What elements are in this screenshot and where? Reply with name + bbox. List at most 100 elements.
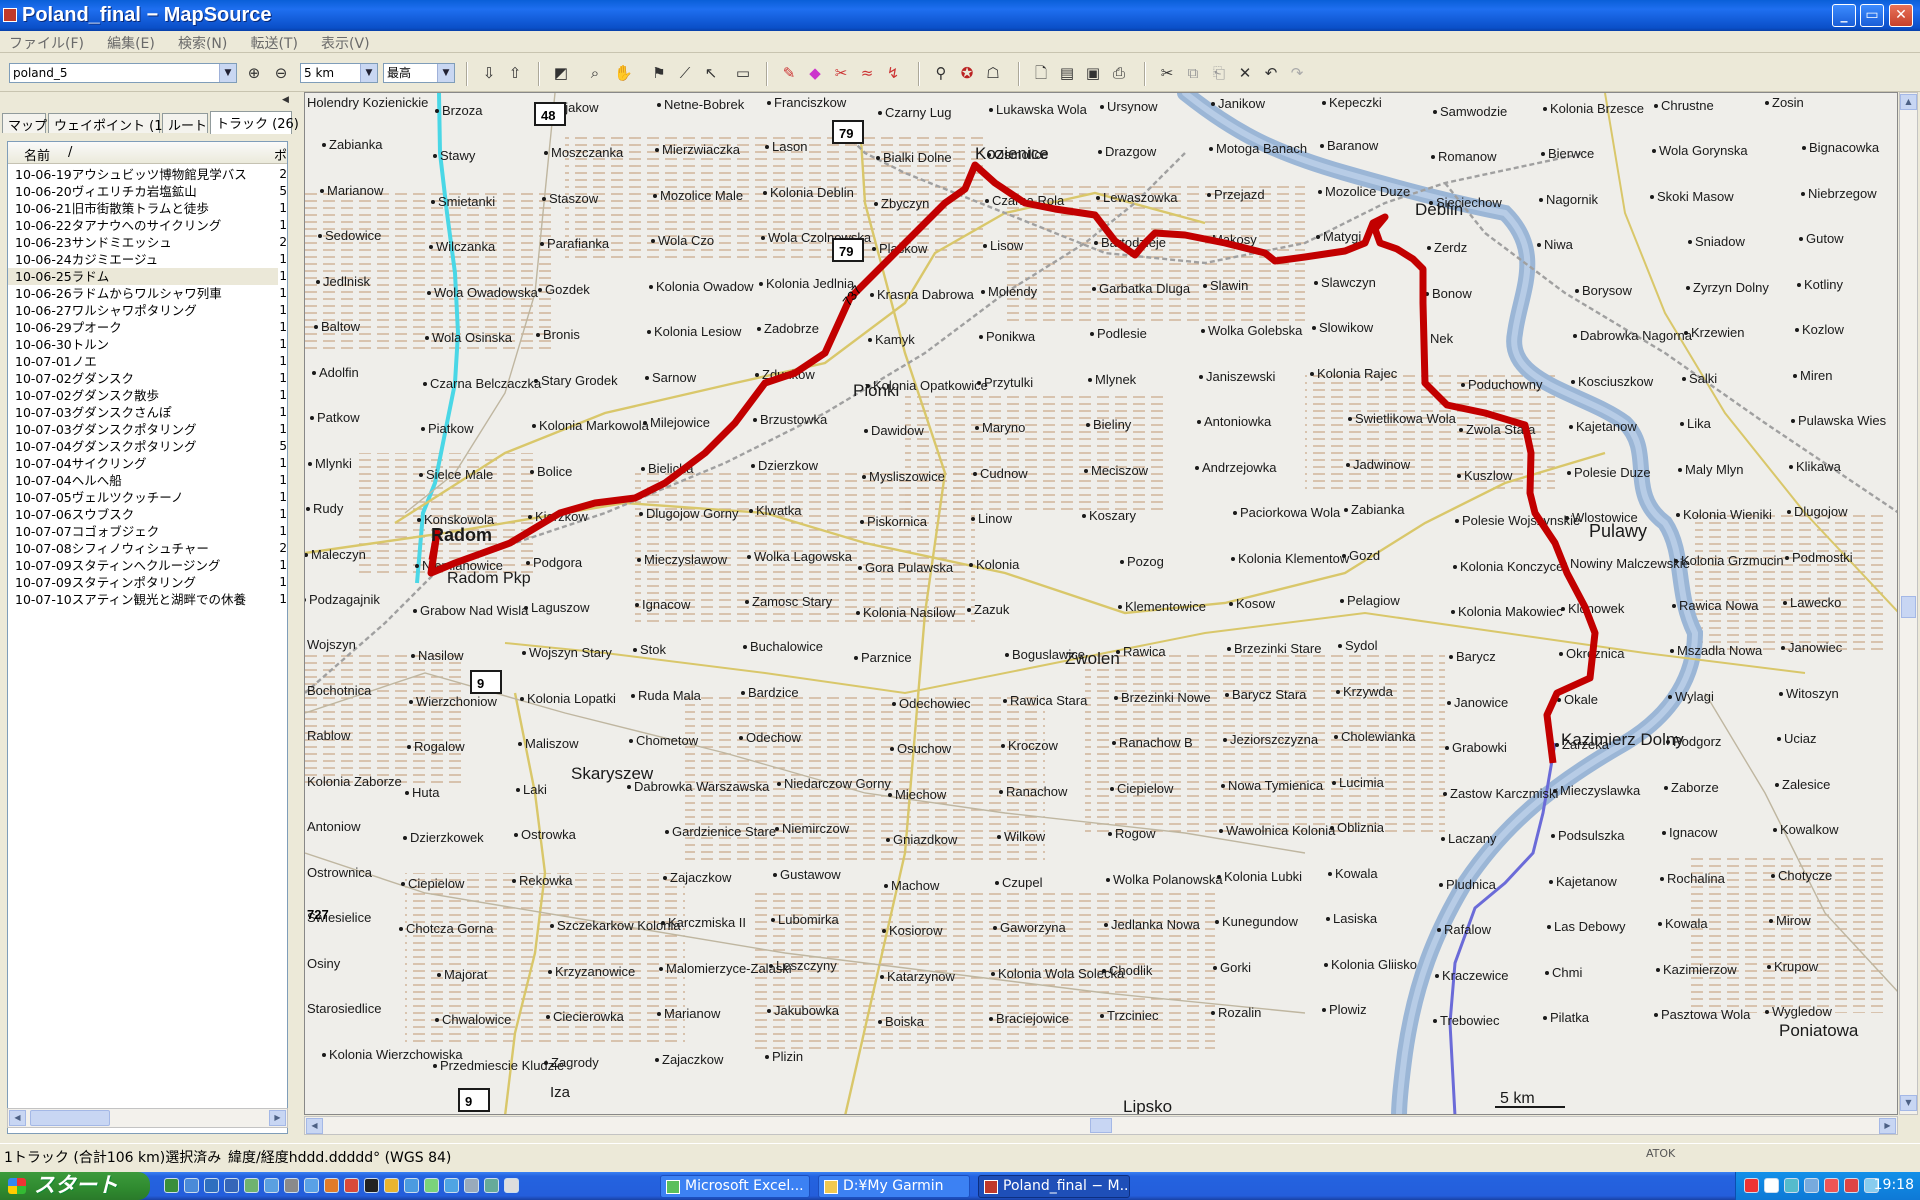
start-button[interactable]: スタート — [0, 1172, 150, 1200]
track-list-item[interactable]: 10-06-30トルン 1 — [8, 336, 287, 353]
track-list-item[interactable]: 10-06-19アウシュビッツ博物館見学バス 2 — [8, 166, 287, 183]
track-list-item[interactable]: 10-07-04サイクリング 1 — [8, 455, 287, 472]
word-quicklaunch-icon[interactable] — [224, 1178, 239, 1193]
reverse-track-icon[interactable]: ↯ — [884, 64, 902, 82]
track-list-item[interactable]: 10-07-03グダンスクポタリング 1 — [8, 421, 287, 438]
track-list-item[interactable]: 10-06-21旧市街散策トラムと徒歩 1 — [8, 200, 287, 217]
app-quicklaunch-icon[interactable] — [244, 1178, 259, 1193]
app-quicklaunch-icon[interactable] — [384, 1178, 399, 1193]
excel-quicklaunch-icon[interactable] — [164, 1178, 179, 1193]
track-list-item[interactable]: 10-07-02グダンスク散歩 1 — [8, 387, 287, 404]
maximize-button[interactable]: ▭ — [1860, 4, 1884, 27]
track-list-item[interactable]: 10-07-04グダンスクポタリング 5 — [8, 438, 287, 455]
join-tracks-icon[interactable]: ≈ — [858, 64, 876, 82]
map-canvas[interactable]: Holendry KozienickieBrzoza Nijakow Netne-B… — [305, 93, 1898, 1115]
firefox-quicklaunch-icon[interactable] — [324, 1178, 339, 1193]
list-horizontal-scrollbar[interactable]: ◀ ▶ — [7, 1108, 288, 1128]
tab-tracks[interactable]: トラック (26) — [210, 111, 299, 134]
paste-icon[interactable]: ⎗ — [1210, 64, 1228, 82]
menu-edit[interactable]: 編集(E) — [98, 31, 164, 55]
map-view[interactable]: Holendry Kozienickie Brzoza Nijakow Netne-B… — [304, 92, 1898, 1115]
map-vertical-scrollbar[interactable]: ▲ ▼ — [1899, 92, 1918, 1115]
scroll-right-icon[interactable]: ▶ — [269, 1110, 286, 1126]
scroll-right-icon[interactable]: ▶ — [1879, 1118, 1896, 1134]
menu-view[interactable]: 表示(V) — [312, 31, 379, 55]
close-button[interactable]: ✕ — [1889, 4, 1913, 27]
erase-tool-icon[interactable]: ✎ — [780, 64, 798, 82]
send-to-device-icon[interactable]: ⇧ — [506, 64, 524, 82]
minimize-button[interactable]: _ — [1832, 4, 1856, 27]
track-list-item[interactable]: 10-07-03グダンスクさんぽ 1 — [8, 404, 287, 421]
menu-transfer[interactable]: 転送(T) — [241, 31, 306, 55]
waypoint-tool-icon[interactable]: ⚑ — [650, 64, 668, 82]
taskbar-mapsource[interactable]: Poland_final − M... — [978, 1175, 1130, 1198]
map-horizontal-scrollbar[interactable]: ◀ ▶ — [304, 1116, 1898, 1135]
app-quicklaunch-icon[interactable] — [424, 1178, 439, 1193]
app-quicklaunch-icon[interactable] — [344, 1178, 359, 1193]
scroll-down-icon[interactable]: ▼ — [1900, 1095, 1917, 1111]
app-quicklaunch-icon[interactable] — [284, 1178, 299, 1193]
app-quicklaunch-icon[interactable] — [464, 1178, 479, 1193]
copy-icon[interactable]: ⧉ — [1184, 64, 1202, 82]
track-list-item[interactable]: 10-07-04ヘルへ船 1 — [8, 472, 287, 489]
track-list-item[interactable]: 10-07-10スアティン観光と湖畔での休養 1 — [8, 591, 287, 608]
zoom-level-select[interactable]: 5 km ▼ — [300, 63, 378, 83]
tab-waypoints[interactable]: ウェイポイント (1) — [48, 113, 168, 134]
track-list-item[interactable]: 10-06-22タアナウへのサイクリング 1 — [8, 217, 287, 234]
col-extra-header[interactable]: ポ — [274, 145, 287, 164]
track-list-item[interactable]: 10-07-01ノエ 1 — [8, 353, 287, 370]
measure-tool-icon[interactable]: ▭ — [734, 64, 752, 82]
zoom-tool-icon[interactable]: ⌕ — [586, 64, 604, 82]
track-list-item[interactable]: 10-07-05ヴェルツクッチーノ 1 — [8, 489, 287, 506]
tray-icon[interactable] — [1784, 1178, 1799, 1193]
title-bar[interactable]: Poland_final − MapSource _ ▭ ✕ — [0, 0, 1920, 31]
tray-icon[interactable] — [1844, 1178, 1859, 1193]
app-quicklaunch-icon[interactable] — [304, 1178, 319, 1193]
menu-file[interactable]: ファイル(F) — [0, 31, 93, 55]
scroll-thumb[interactable] — [1090, 1118, 1112, 1133]
divide-track-icon[interactable]: ◆ — [806, 64, 824, 82]
zoom-out-icon[interactable]: ⊖ — [272, 64, 290, 82]
find-icon[interactable]: ⚲ — [932, 64, 950, 82]
track-list-item[interactable]: 10-07-07コゴォブジェク 1 — [8, 523, 287, 540]
undo-icon[interactable]: ↶ — [1262, 64, 1280, 82]
app-quicklaunch-icon[interactable] — [504, 1178, 519, 1193]
app-quicklaunch-icon[interactable] — [484, 1178, 499, 1193]
find-nearby-icon[interactable]: ✪ — [958, 64, 976, 82]
app-quicklaunch-icon[interactable] — [264, 1178, 279, 1193]
route-tool-icon[interactable]: ⟋ — [676, 64, 694, 82]
tray-icon[interactable] — [1804, 1178, 1819, 1193]
tray-icon[interactable] — [1824, 1178, 1839, 1193]
track-list-item[interactable]: 10-06-23サンドミエッシュ 2 — [8, 234, 287, 251]
app-quicklaunch-icon[interactable] — [364, 1178, 379, 1193]
open-file-icon[interactable]: ▤ — [1058, 64, 1076, 82]
scroll-left-icon[interactable]: ◀ — [9, 1110, 26, 1126]
app-quicklaunch-icon[interactable] — [404, 1178, 419, 1193]
track-list-item[interactable]: 10-07-08シフィノウィシュチャー 2 — [8, 540, 287, 557]
track-list-item[interactable]: 10-06-29プオーク 1 — [8, 319, 287, 336]
tray-icon[interactable] — [1764, 1178, 1779, 1193]
col-name-header[interactable]: 名前 — [24, 145, 50, 164]
taskbar-explorer[interactable]: D:¥My Garmin — [818, 1175, 970, 1198]
print-icon[interactable]: ⎙ — [1110, 64, 1128, 82]
ie-quicklaunch-icon[interactable] — [184, 1178, 199, 1193]
find-address-icon[interactable]: ☖ — [984, 64, 1002, 82]
track-list-item[interactable]: 10-06-26ラドムからワルシャワ列車 1 — [8, 285, 287, 302]
ime-indicator[interactable]: ATOK — [1646, 1147, 1675, 1160]
tray-icon[interactable] — [1744, 1178, 1759, 1193]
track-list-item[interactable]: 10-07-06スウブスク 1 — [8, 506, 287, 523]
track-list-item[interactable]: 10-06-20ヴィエリチカ岩塩鉱山 5 — [8, 183, 287, 200]
select-tool-icon[interactable]: ↖ — [702, 64, 720, 82]
delete-icon[interactable]: ✕ — [1236, 64, 1254, 82]
track-list-item[interactable]: 10-07-09スタティンへクルージング 1 — [8, 557, 287, 574]
panel-collapse-icon[interactable]: ◀ — [282, 95, 292, 109]
new-file-icon[interactable]: 🗋 — [1032, 64, 1050, 82]
track-list-item[interactable]: 10-06-24カジミエージュ 1 — [8, 251, 287, 268]
scroll-thumb[interactable] — [30, 1110, 110, 1126]
detail-select[interactable]: 最高 ▼ — [383, 63, 455, 83]
track-list-item[interactable]: 10-06-27ワルシャワポタリング 1 — [8, 302, 287, 319]
zoom-in-icon[interactable]: ⊕ — [245, 64, 263, 82]
scroll-thumb[interactable] — [1901, 596, 1916, 618]
track-list[interactable]: 名前 / ポ 10-06-19アウシュビッツ博物館見学バス 2 10-06-20ヴィ… — [7, 141, 288, 1134]
tab-routes[interactable]: ルート — [162, 113, 208, 134]
